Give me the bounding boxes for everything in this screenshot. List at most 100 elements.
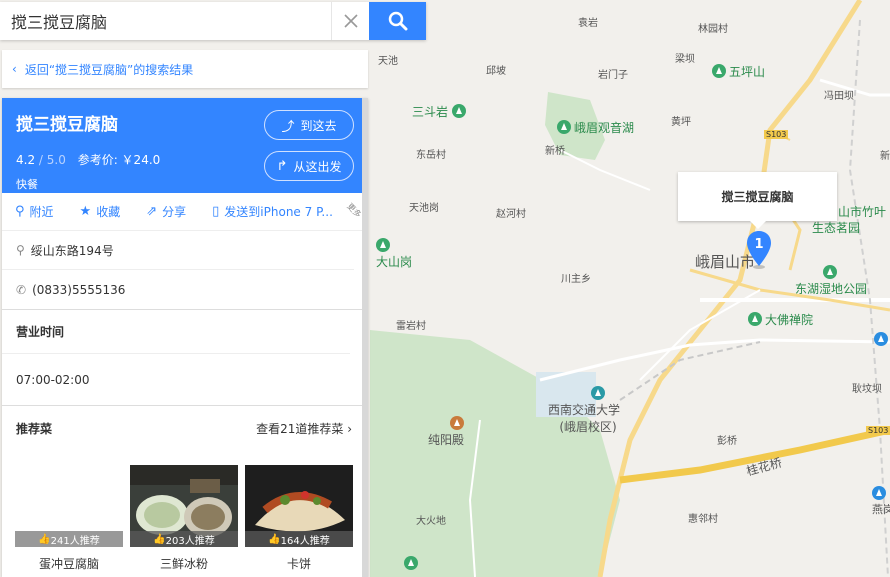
rating-value: 4.2 [16,153,36,167]
rating-max: / 5.0 [38,153,66,167]
poi-dashangang[interactable]: 大山岗 [376,238,412,270]
search-icon [388,11,407,31]
dish-image: 👍 203人推荐 [130,465,238,547]
map-marker[interactable]: 1 [746,230,772,270]
school-icon [590,386,605,400]
dish-name: 蛋冲豆腐脑 [38,557,99,571]
hours-section: 营业时间 07:00-02:00 [2,309,368,406]
place-header: 搅三搅豆腐脑 4.2 / 5.0 参考价: ￥24.0 快餐 ⤴ 到这去 ↱ 从… [2,98,368,193]
road-shield: S103 [866,426,890,435]
poi-station[interactable] [874,332,890,347]
mountain-icon [452,104,467,118]
map-label: 黄坪 [671,117,691,128]
poi-dafochan[interactable]: 大佛禅院 [748,311,813,328]
hours-value: 07:00-02:00 [2,354,368,406]
close-icon [343,14,358,28]
map-label: 赵河村 [496,209,526,220]
map-label: 岩门子 [598,70,628,81]
more-tag[interactable]: 更多 [344,201,363,220]
poi-yan[interactable]: 燕岗 [872,486,890,517]
address: 绥山东路194号 [30,243,114,258]
search-bar [0,2,426,40]
poi-emeiguanyinhu[interactable]: 峨眉观音湖 [557,119,634,136]
dishes-title: 推荐菜 [16,421,53,436]
poi-chunyangdian[interactable]: 纯阳殿 [428,416,467,448]
dish-card[interactable]: 👍 164人推荐 卡饼 [245,465,353,572]
map-label: 冯田坝 [824,91,854,102]
chevron-left-icon: ‹ [12,62,17,76]
phone-call-icon: ✆ [16,282,27,297]
dishes-header: 推荐菜 查看21道推荐菜 › [2,406,368,450]
poi-mountain[interactable] [404,556,421,571]
start-from-here-label: 从这出发 [293,159,342,174]
poi-wupingshan[interactable]: 五坪山 [712,63,765,80]
park-icon [557,120,571,134]
dish-image: 👍 241人推荐 [15,465,123,547]
go-here-label: 到这去 [300,118,337,133]
map-label: 川主乡 [561,274,591,285]
start-from-here-button[interactable]: ↱ 从这出发 [264,151,354,181]
back-to-results-link[interactable]: ‹ 返回“搅三搅豆腐脑”的搜索结果 [2,50,368,88]
dish-badge: 👍 241人推荐 [15,531,123,547]
share-icon: ⇗ [146,204,158,219]
dish-name: 三鲜冰粉 [159,557,208,571]
map-label: 山市竹叶 [838,205,887,219]
map-label: 梁坝 [675,54,695,65]
marker-pin-icon: 1 [747,231,771,269]
dish-card[interactable]: 👍 241人推荐 蛋冲豆腐脑 [15,465,123,572]
phone-number: (0833)5555136 [32,282,126,297]
address-row: ⚲ 绥山东路194号 [2,231,354,270]
map-label: 天池 [378,56,398,67]
map-label: 彭桥 [717,436,737,447]
popup-label: 搅三搅豆腐脑 [721,190,794,204]
map-label: 新 [880,151,890,162]
view-all-dishes-link[interactable]: 查看21道推荐菜 › [256,420,352,437]
price: 参考价: ￥24.0 [77,153,161,167]
hours-title: 营业时间 [2,310,350,354]
action-bar: ⚲ 附近 ★ 收藏 ⇗ 分享 ▯ 发送到iPhone 7 P... 更多 [2,193,368,231]
map-label: 袁岩 [578,18,598,29]
pin-icon: ⚲ [15,204,25,219]
dish-card[interactable]: 👍 203人推荐 三鲜冰粉 [130,465,238,572]
nearby-button[interactable]: ⚲ 附近 [15,203,54,220]
map-label: 生态茗园 [812,221,861,235]
dish-list: 👍 241人推荐 蛋冲豆腐脑 👍 203人推荐 三鲜冰粉 👍 164人推荐 卡饼 [2,465,368,572]
dish-name: 卡饼 [286,557,311,571]
map-label: 新桥 [545,146,565,157]
map-marker-popup[interactable]: 搅三搅豆腐脑 [678,172,837,229]
station-icon [874,332,888,346]
map-label: 大火地 [416,516,446,527]
place-detail-panel: 搅三搅豆腐脑 4.2 / 5.0 参考价: ￥24.0 快餐 ⤴ 到这去 ↱ 从… [2,98,368,577]
mountain-icon [404,556,418,570]
mountain-icon [376,238,390,252]
recommended-dishes-section: 推荐菜 查看21道推荐菜 › 👍 241人推荐 蛋冲豆腐脑 👍 203人推荐 三… [2,406,368,572]
map-label: 林园村 [698,24,728,35]
poi-donghushidi[interactable]: 东湖湿地公园 [795,265,867,297]
back-label: 返回“搅三搅豆腐脑”的搜索结果 [24,62,194,77]
search-input[interactable] [0,2,331,40]
favorite-label: 收藏 [96,205,121,219]
map-label: 惠邻村 [688,514,718,525]
panel-scrollbar[interactable] [362,98,368,577]
map-label: 耿坟坝 [852,384,882,395]
dish-badge: 👍 164人推荐 [245,531,353,547]
map-label: 天池岗 [409,203,439,214]
mountain-icon [712,64,726,78]
share-button[interactable]: ⇗ 分享 [146,203,186,220]
star-icon: ★ [79,204,92,219]
map-label: 雷岩村 [396,321,426,332]
location-icon: ⚲ [16,243,25,257]
clear-button[interactable] [331,2,369,40]
route-from-icon: ↱ [276,158,288,174]
go-here-button[interactable]: ⤴ 到这去 [264,110,354,140]
phone-row: ✆ (0833)5555136 [2,270,354,309]
search-button[interactable] [369,2,426,40]
road-shield: S103 [764,130,789,139]
poi-sandouyan[interactable]: 三斗岩 [412,103,469,120]
park-icon [823,265,837,279]
send-to-phone-button[interactable]: ▯ 发送到iPhone 7 P... [212,203,333,220]
station-icon [872,486,886,500]
favorite-button[interactable]: ★ 收藏 [80,203,121,220]
map-label: 邱坡 [486,66,506,77]
poi-xinanjiaoda[interactable]: 西南交通大学 (峨眉校区) [548,386,620,435]
